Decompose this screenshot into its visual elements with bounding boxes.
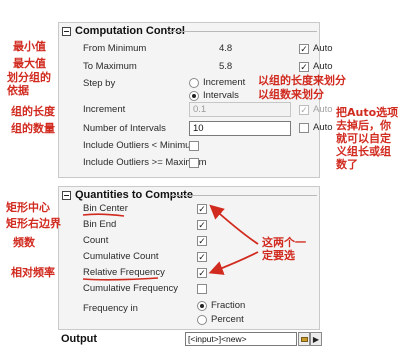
annotation-max: 最大值 bbox=[13, 57, 46, 70]
increment-label: Increment bbox=[83, 104, 126, 115]
step-by-increment-label: Increment bbox=[203, 77, 246, 88]
cumulative-frequency-checkbox[interactable] bbox=[197, 284, 207, 294]
cumulative-count-checkbox[interactable]: ✓ bbox=[197, 252, 207, 262]
from-minimum-value: 4.8 bbox=[219, 43, 233, 54]
output-field[interactable]: [<input>]<new> bbox=[185, 332, 297, 346]
intervals-auto-label: Auto bbox=[313, 122, 333, 133]
step-by-intervals-radio[interactable] bbox=[189, 91, 199, 101]
increment-input[interactable]: 0.1 bbox=[189, 102, 291, 117]
bin-center-label: Bin Center bbox=[83, 203, 128, 214]
frequency-percent-radio[interactable] bbox=[197, 315, 207, 325]
annotation-bin-center: 矩形中心 bbox=[6, 201, 50, 214]
relative-frequency-label: Relative Frequency bbox=[83, 267, 165, 278]
bin-end-label: Bin End bbox=[83, 219, 117, 230]
step-by-label: Step by bbox=[83, 78, 116, 89]
frequency-fraction-radio[interactable] bbox=[197, 301, 207, 311]
relative-frequency-checkbox[interactable]: ✓ bbox=[197, 268, 207, 278]
bin-end-checkbox[interactable]: ✓ bbox=[197, 220, 207, 230]
output-browse-button[interactable] bbox=[298, 332, 310, 346]
annotation-by-count: 以组数来划分 bbox=[258, 88, 324, 101]
bin-center-checkbox[interactable]: ✓ bbox=[197, 204, 207, 214]
output-label: Output bbox=[61, 333, 98, 345]
count-checkbox[interactable]: ✓ bbox=[197, 236, 207, 246]
annotation-relative-frequency: 相对频率 bbox=[11, 266, 55, 279]
output-expand-button[interactable]: ▶ bbox=[310, 332, 322, 346]
number-of-intervals-label: Number of Intervals bbox=[83, 123, 166, 134]
annotation-must-select: 这两个一 定要选 bbox=[262, 236, 306, 262]
collapse-icon[interactable] bbox=[62, 190, 71, 200]
triangle-right-icon: ▶ bbox=[312, 334, 320, 344]
frequency-in-label: Frequency in bbox=[83, 303, 138, 314]
annotation-by-length: 以组的长度来划分 bbox=[258, 74, 346, 87]
to-maximum-label: To Maximum bbox=[83, 61, 137, 72]
outliers-max-checkbox[interactable] bbox=[189, 158, 199, 168]
to-maximum-auto-checkbox[interactable]: ✓ bbox=[299, 62, 309, 72]
step-by-increment-radio[interactable] bbox=[189, 78, 199, 88]
outliers-min-checkbox[interactable] bbox=[189, 141, 199, 151]
folder-icon bbox=[300, 336, 308, 342]
number-of-intervals-input[interactable]: 10 bbox=[189, 121, 291, 136]
outliers-max-label: Include Outliers >= Maximum bbox=[83, 157, 207, 168]
annotation-min: 最小值 bbox=[13, 40, 46, 53]
intervals-auto-checkbox[interactable] bbox=[299, 123, 309, 133]
to-maximum-value: 5.8 bbox=[219, 61, 233, 72]
annotation-group-length: 组的长度 bbox=[11, 105, 55, 118]
to-maximum-auto-label: Auto bbox=[313, 61, 333, 72]
increment-auto-label: Auto bbox=[313, 104, 333, 115]
annotation-bin-end: 矩形右边界 bbox=[6, 217, 61, 230]
count-label: Count bbox=[83, 235, 109, 246]
annotation-count: 频数 bbox=[13, 236, 35, 249]
header-divider bbox=[167, 31, 317, 32]
collapse-icon[interactable] bbox=[62, 26, 71, 36]
cumulative-frequency-label: Cumulative Frequency bbox=[83, 283, 179, 294]
header-divider bbox=[171, 195, 317, 196]
increment-auto-checkbox[interactable]: ✓ bbox=[299, 105, 309, 115]
from-minimum-auto-label: Auto bbox=[313, 43, 333, 54]
annotation-group-count: 组的数量 bbox=[11, 122, 55, 135]
cumulative-count-label: Cumulative Count bbox=[83, 251, 159, 262]
annotation-groups-basis: 划分组的 依据 bbox=[7, 71, 51, 97]
from-minimum-auto-checkbox[interactable]: ✓ bbox=[299, 44, 309, 54]
from-minimum-label: From Minimum bbox=[83, 43, 147, 54]
annotation-remove-auto: 把Auto选项 去掉后，你 就可以自定 义组长或组 数了 bbox=[336, 106, 399, 171]
frequency-percent-label: Percent bbox=[211, 314, 244, 325]
step-by-intervals-label: Intervals bbox=[203, 90, 239, 101]
outliers-min-label: Include Outliers < Minimum bbox=[83, 140, 199, 151]
frequency-fraction-label: Fraction bbox=[211, 300, 246, 311]
